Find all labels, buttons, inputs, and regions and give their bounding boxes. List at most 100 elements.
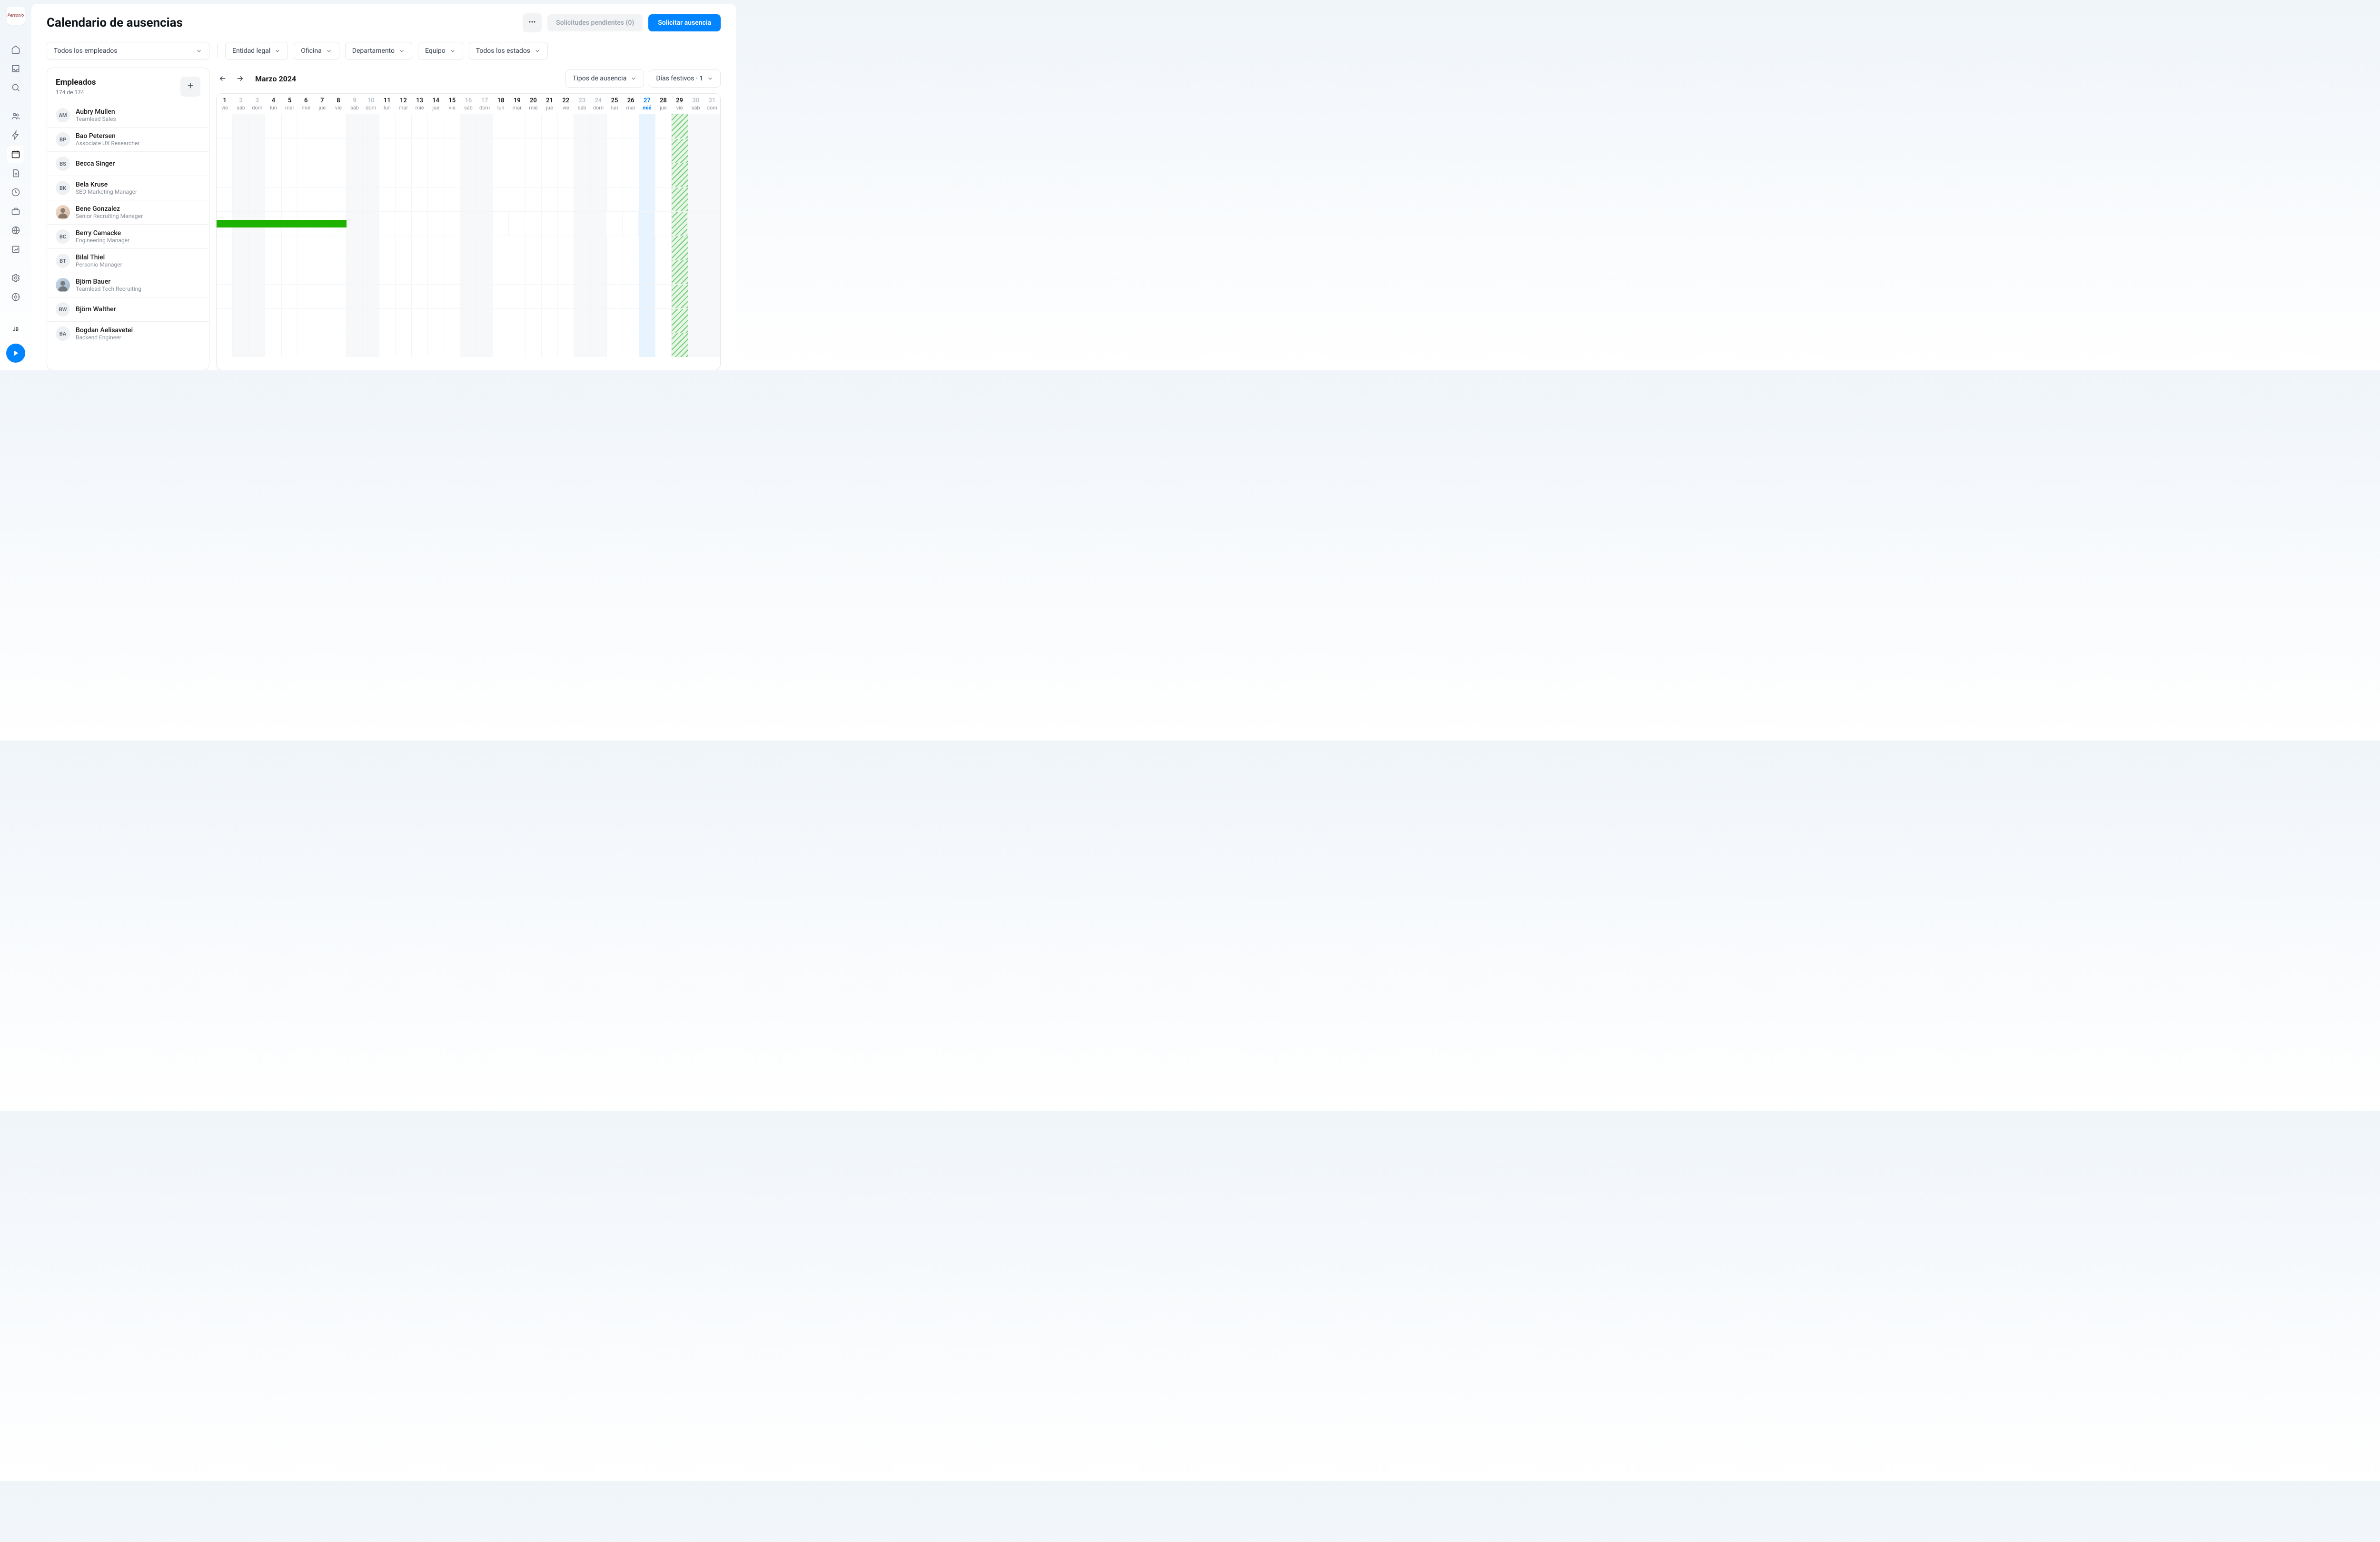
calendar-cell[interactable]: [639, 188, 655, 211]
calendar-cell[interactable]: [314, 139, 330, 163]
calendar-cell[interactable]: [607, 260, 623, 284]
calendar-cell[interactable]: [412, 188, 428, 211]
calendar-cell[interactable]: [444, 188, 460, 211]
day-header[interactable]: 11lun: [379, 94, 395, 114]
calendar-cell[interactable]: [217, 188, 233, 211]
calendar-cell[interactable]: [574, 188, 590, 211]
calendar-cell[interactable]: [460, 188, 476, 211]
calendar-row[interactable]: [217, 138, 720, 163]
calendar-cell[interactable]: [493, 212, 509, 236]
day-header[interactable]: 12mar: [395, 94, 411, 114]
calendar-cell[interactable]: [526, 139, 542, 163]
calendar-cell[interactable]: [298, 114, 314, 138]
calendar-cell[interactable]: [672, 139, 688, 163]
calendar-cell[interactable]: [526, 333, 542, 357]
calendar-cell[interactable]: [542, 212, 558, 236]
calendar-cell[interactable]: [363, 260, 379, 284]
calendar-cell[interactable]: [607, 309, 623, 333]
calendar-cell[interactable]: [282, 139, 298, 163]
calendar-cell[interactable]: [704, 309, 720, 333]
calendar-cell[interactable]: [607, 114, 623, 138]
day-header[interactable]: 15vie: [444, 94, 460, 114]
calendar-cell[interactable]: [672, 188, 688, 211]
calendar-cell[interactable]: [526, 163, 542, 187]
calendar-cell[interactable]: [412, 212, 428, 236]
calendar-cell[interactable]: [526, 236, 542, 260]
calendar-cell[interactable]: [363, 333, 379, 357]
employee-row[interactable]: BABogdan AelisaveteiBackend Engineer: [47, 321, 209, 346]
calendar-cell[interactable]: [591, 260, 607, 284]
calendar-cell[interactable]: [460, 309, 476, 333]
day-header[interactable]: 14jue: [428, 94, 444, 114]
calendar-cell[interactable]: [558, 188, 574, 211]
day-header[interactable]: 17dom: [476, 94, 493, 114]
calendar-cell[interactable]: [298, 236, 314, 260]
calendar-cell[interactable]: [688, 188, 704, 211]
calendar-cell[interactable]: [249, 260, 265, 284]
calendar-cell[interactable]: [574, 236, 590, 260]
calendar-cell[interactable]: [314, 260, 330, 284]
employee-row[interactable]: BPBao PetersenAssociate UX Researcher: [47, 127, 209, 151]
nav-payroll[interactable]: [7, 203, 24, 220]
calendar-cell[interactable]: [347, 212, 363, 236]
calendar-cell[interactable]: [412, 163, 428, 187]
nav-home[interactable]: [7, 41, 24, 58]
calendar-cell[interactable]: [217, 114, 233, 138]
calendar-cell[interactable]: [477, 309, 493, 333]
calendar-cell[interactable]: [412, 139, 428, 163]
calendar-cell[interactable]: [428, 114, 444, 138]
calendar-cell[interactable]: [606, 212, 623, 236]
calendar-cell[interactable]: [607, 139, 623, 163]
calendar-cell[interactable]: [477, 260, 493, 284]
day-header[interactable]: 28jue: [655, 94, 671, 114]
calendar-cell[interactable]: [477, 139, 493, 163]
calendar-cell[interactable]: [282, 285, 298, 308]
day-header[interactable]: 22vie: [558, 94, 574, 114]
calendar-cell[interactable]: [509, 285, 526, 308]
day-header[interactable]: 26mar: [623, 94, 639, 114]
calendar-cell[interactable]: [574, 285, 590, 308]
calendar-cell[interactable]: [542, 309, 558, 333]
calendar-cell[interactable]: [688, 212, 704, 236]
day-header[interactable]: 7jue: [314, 94, 330, 114]
calendar-cell[interactable]: [493, 114, 509, 138]
calendar-cell[interactable]: [233, 236, 249, 260]
next-month-button[interactable]: [233, 72, 247, 85]
calendar-cell[interactable]: [249, 114, 265, 138]
calendar-row[interactable]: [217, 114, 720, 138]
day-header[interactable]: 25lun: [606, 94, 623, 114]
calendar-cell[interactable]: [298, 309, 314, 333]
calendar-cell[interactable]: [233, 188, 249, 211]
calendar-cell[interactable]: [233, 309, 249, 333]
calendar-cell[interactable]: [655, 333, 672, 357]
calendar-cell[interactable]: [672, 309, 688, 333]
calendar-cell[interactable]: [412, 236, 428, 260]
calendar-cell[interactable]: [623, 212, 639, 236]
calendar-cell[interactable]: [639, 114, 655, 138]
calendar-cell[interactable]: [396, 285, 412, 308]
calendar-cell[interactable]: [217, 139, 233, 163]
calendar-cell[interactable]: [526, 260, 542, 284]
day-header[interactable]: 8vie: [330, 94, 347, 114]
calendar-cell[interactable]: [314, 309, 330, 333]
calendar-cell[interactable]: [249, 285, 265, 308]
add-employee-button[interactable]: [180, 77, 200, 97]
calendar-cell[interactable]: [639, 285, 655, 308]
play-button[interactable]: [6, 344, 25, 363]
calendar-cell[interactable]: [233, 333, 249, 357]
calendar-cell[interactable]: [217, 260, 233, 284]
day-header[interactable]: 13mié: [412, 94, 428, 114]
calendar-cell[interactable]: [330, 236, 347, 260]
employee-row[interactable]: BKBela KruseSEO Marketing Manager: [47, 176, 209, 200]
calendar-cell[interactable]: [509, 114, 526, 138]
calendar-cell[interactable]: [444, 309, 460, 333]
calendar-cell[interactable]: [379, 188, 396, 211]
calendar-cell[interactable]: [396, 236, 412, 260]
calendar-cell[interactable]: [282, 236, 298, 260]
calendar-cell[interactable]: [314, 114, 330, 138]
calendar-cell[interactable]: [265, 163, 281, 187]
calendar-cell[interactable]: [460, 114, 476, 138]
holidays-dropdown[interactable]: Días festivos · 1: [649, 69, 721, 88]
calendar-cell[interactable]: [282, 163, 298, 187]
calendar-cell[interactable]: [574, 114, 590, 138]
